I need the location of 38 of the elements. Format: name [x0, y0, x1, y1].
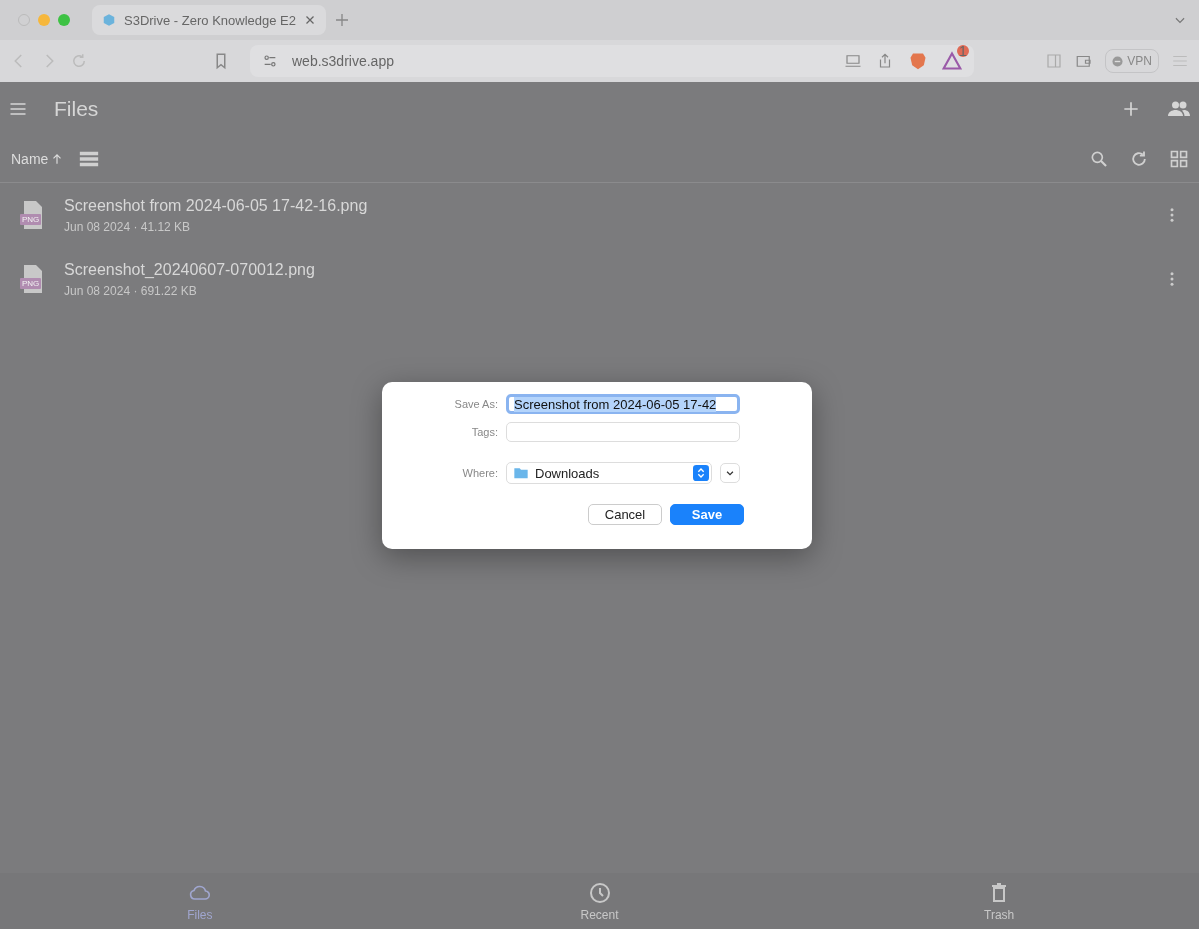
file-meta: Jun 08 2024 · 41.12 KB	[64, 219, 192, 234]
stepper-icon	[693, 465, 709, 481]
nav-tab[interactable]: Recent	[399, 873, 800, 929]
address-bar[interactable]: web.s3drive.app 1	[250, 45, 974, 77]
field-label: Tags:	[470, 426, 498, 438]
vpn-button[interactable]: VPN	[1105, 49, 1159, 73]
location-dropdown[interactable]: Downloads	[506, 462, 712, 484]
file-name[interactable]: Screenshot from 2024-06-05 17-42-16.png	[64, 196, 1145, 215]
reload-icon[interactable]	[70, 52, 88, 70]
clock-icon	[587, 880, 612, 905]
save-button[interactable]: Save	[670, 504, 744, 525]
tags-field[interactable]	[506, 422, 740, 442]
file-name[interactable]: Screenshot_20240607-070012.png	[64, 260, 1145, 279]
add-icon[interactable]	[1121, 99, 1141, 119]
page-title: Files	[54, 97, 100, 121]
sidebar-icon[interactable]	[1045, 52, 1064, 70]
grid-view-icon[interactable]	[1169, 149, 1189, 169]
save-as-field[interactable]: Screenshot from 2024-06-05 17-42	[506, 394, 740, 414]
field-label: Save As:	[453, 398, 498, 410]
folder-icon	[513, 465, 529, 481]
nav-tab[interactable]: Trash	[799, 873, 1199, 929]
new-tab-icon[interactable]	[334, 12, 350, 28]
nav-tab[interactable]: Files	[0, 873, 400, 929]
browser-tab[interactable]: S3Drive - Zero Knowledge E2	[92, 5, 326, 35]
search-icon[interactable]	[1089, 149, 1109, 169]
chevron-down-icon	[725, 468, 735, 478]
site-settings-icon[interactable]	[262, 53, 278, 69]
minus-circle-icon	[1112, 55, 1124, 67]
file-meta: Jun 08 2024 · 691.22 KB	[64, 283, 198, 298]
sort-button[interactable]: Name	[11, 151, 65, 167]
zoom-window-button[interactable]	[58, 14, 70, 26]
cancel-button[interactable]: Cancel	[588, 504, 662, 525]
refresh-icon[interactable]	[1129, 149, 1149, 169]
notification-badge: 1	[957, 45, 969, 57]
expand-button[interactable]	[720, 463, 740, 483]
close-icon[interactable]	[304, 14, 316, 26]
triangle-icon[interactable]	[942, 51, 962, 71]
field-label: Where:	[461, 467, 498, 479]
